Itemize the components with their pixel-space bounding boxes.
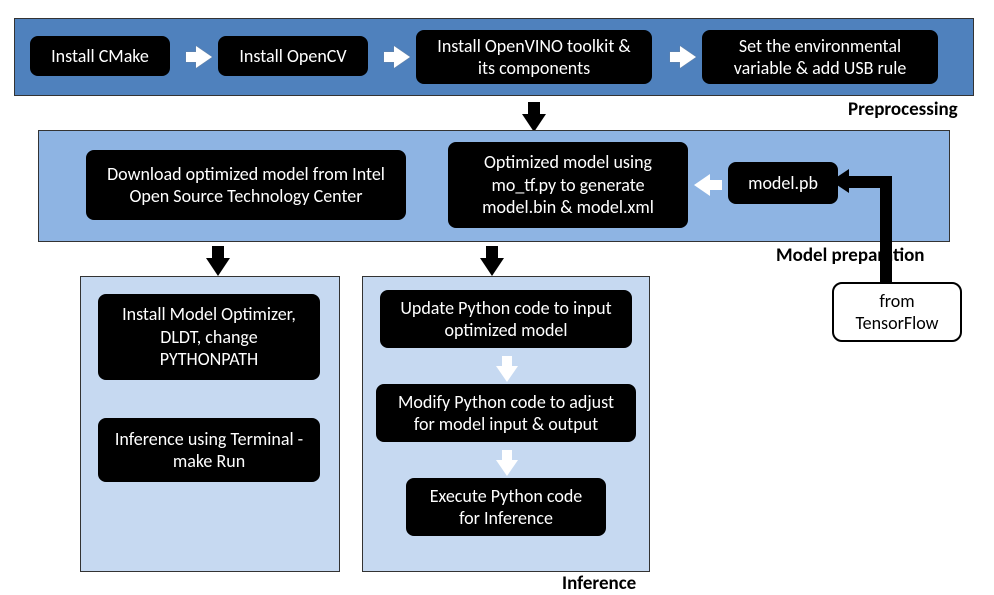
box-execute-python: Execute Python code for Inference: [406, 478, 606, 536]
box-from-tensorflow: from TensorFlow: [832, 282, 962, 342]
box-install-openvino: Install OpenVINO toolkit & its component…: [416, 30, 652, 84]
arrow-modify-to-execute: [496, 460, 518, 476]
connector-tf-vline: [880, 176, 892, 284]
arrow-opencv-to-openvino: [394, 46, 410, 68]
connector-tf-hline: [846, 176, 892, 188]
box-install-opencv: Install OpenCV: [218, 36, 368, 76]
box-download-model: Download optimized model from Intel Open…: [86, 150, 406, 220]
label-inference: Inference: [562, 572, 636, 595]
box-install-cmake: Install CMake: [30, 36, 170, 76]
box-set-env: Set the environmental variable & add USB…: [702, 30, 938, 84]
box-model-pb: model.pb: [728, 162, 838, 204]
arrow-optimize-to-infright: [480, 258, 504, 276]
box-update-python: Update Python code to input optimized mo…: [380, 290, 632, 348]
arrow-update-to-modify: [496, 366, 518, 382]
box-optimize-model: Optimized model using mo_tf.py to genera…: [448, 142, 688, 228]
box-inference-terminal: Inference using Terminal - make Run: [98, 418, 320, 482]
arrow-download-to-infleft: [206, 258, 230, 276]
box-install-optimizer: Install Model Optimizer, DLDT, change PY…: [98, 294, 320, 380]
box-modify-python: Modify Python code to adjust for model i…: [376, 384, 636, 442]
arrow-modelpb-to-optimize: [694, 174, 710, 196]
label-preprocessing: Preprocessing: [848, 98, 958, 121]
label-model-prep: Model preparation: [776, 244, 925, 267]
arrow-openvino-to-env: [680, 46, 696, 68]
arrow-cmake-to-opencv: [196, 46, 212, 68]
